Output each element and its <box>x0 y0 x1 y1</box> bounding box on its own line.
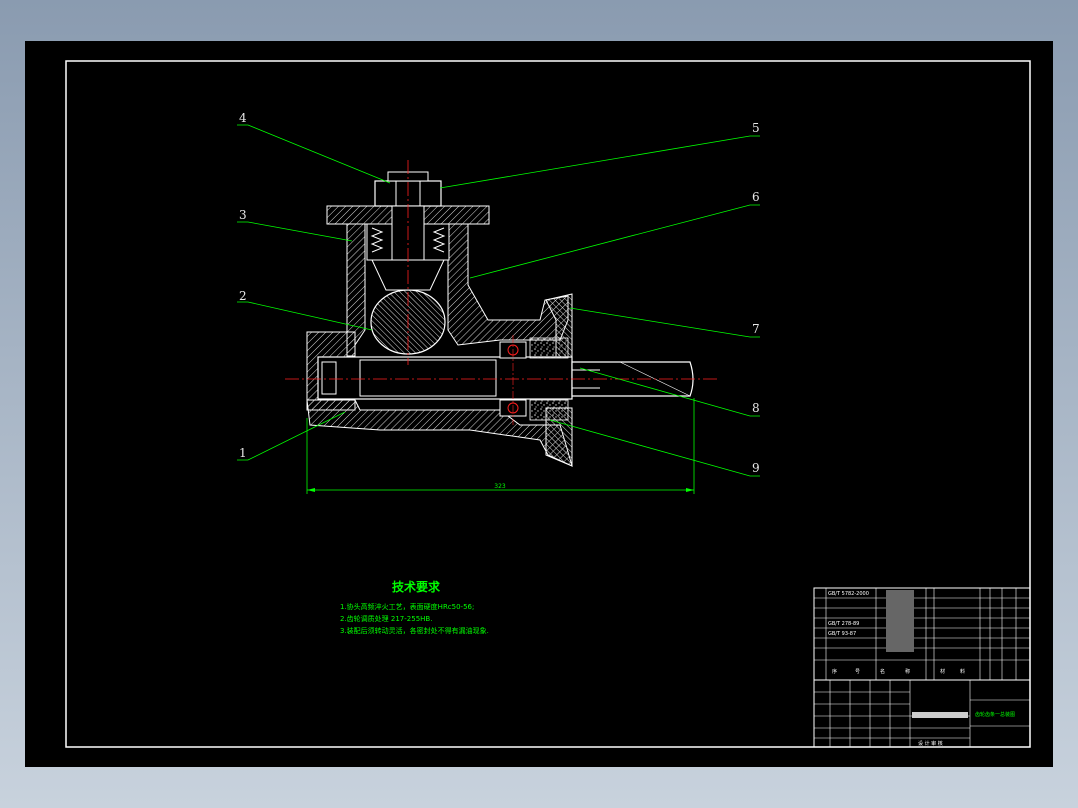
tech-req-line-2: 2.齿轮调质处理 217-255HB. <box>340 614 432 623</box>
drawing-name: 齿轮齿条一总装图 <box>975 711 1015 718</box>
rack-bore <box>317 356 573 400</box>
balloon-6[interactable]: 6 <box>752 190 760 204</box>
seal-area-upper <box>529 337 569 359</box>
header-label-5: 材 <box>940 668 945 675</box>
part-row-1: GB/T 5782-2000 <box>828 591 869 597</box>
header-label-1: 序 <box>832 668 837 675</box>
technical-requirements: 技术要求 1.协头高频淬火工艺，表面硬度HRc50-56; 2.齿轮调质处理 2… <box>340 579 489 635</box>
balloon-8[interactable]: 8 <box>752 401 760 415</box>
title-block-fill-2 <box>912 712 968 718</box>
title-block <box>813 587 1031 748</box>
seal-area-lower <box>529 399 569 421</box>
part-row-2: GB/T 278-89 <box>828 621 859 627</box>
tech-req-line-3: 3.装配后须转动灵活，各密封处不得有漏油现象. <box>340 626 489 635</box>
balloon-3[interactable]: 3 <box>239 208 247 222</box>
balloon-5[interactable]: 5 <box>752 121 760 135</box>
title-block-fill <box>886 590 914 652</box>
header-label-6: 料 <box>960 668 965 675</box>
header-label-3: 名 <box>880 668 885 675</box>
balloon-1[interactable]: 1 <box>239 446 247 460</box>
header-label-4: 称 <box>905 668 910 675</box>
tech-req-line-1: 1.协头高频淬火工艺，表面硬度HRc50-56; <box>340 602 474 611</box>
balloon-2[interactable]: 2 <box>239 289 247 303</box>
dimension-value: 323 <box>494 483 506 490</box>
tech-req-title: 技术要求 <box>392 579 441 594</box>
title-block-text: GB/T 5782-2000 GB/T 278-89 GB/T 93-87 序 … <box>828 591 1015 747</box>
header-label-2: 号 <box>855 669 860 675</box>
balloon-9[interactable]: 9 <box>752 461 760 475</box>
designer-row: 设 计 审 核 <box>918 740 943 747</box>
balloon-4[interactable]: 4 <box>239 111 247 125</box>
assembly-drawing: 323 4 5 3 6 2 7 1 8 9 技术要求 1.协头高频淬火工艺，表面… <box>65 60 1031 748</box>
balloon-7[interactable]: 7 <box>752 322 760 336</box>
part-row-3: GB/T 93-87 <box>828 631 856 637</box>
